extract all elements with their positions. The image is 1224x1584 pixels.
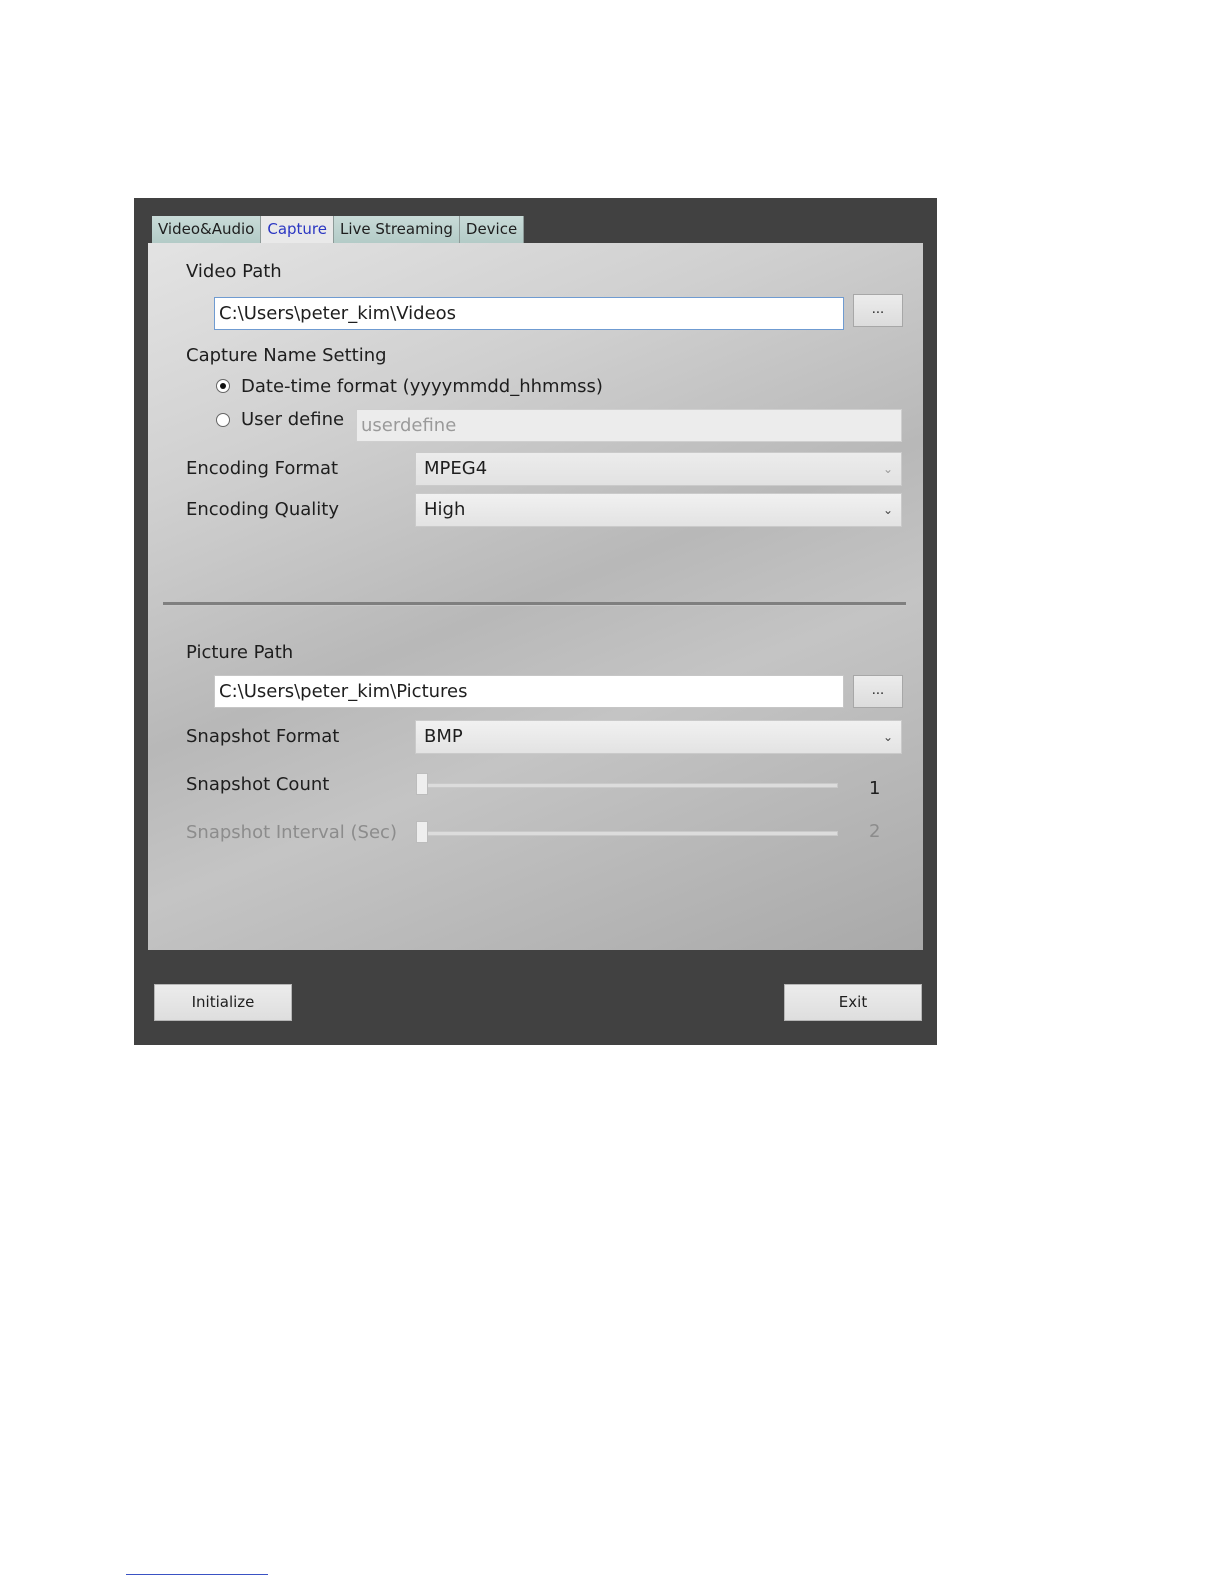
tab-device[interactable]: Device bbox=[459, 216, 525, 243]
snapshot-interval-slider-track[interactable] bbox=[418, 831, 838, 836]
picture-path-input[interactable]: C:\Users\peter_kim\Pictures bbox=[214, 675, 844, 708]
footnote-separator bbox=[126, 1574, 268, 1575]
datetime-format-label: Date-time format (yyyymmdd_hhmmss) bbox=[241, 376, 603, 397]
tab-capture[interactable]: Capture bbox=[261, 216, 335, 243]
video-path-browse-button[interactable]: ... bbox=[853, 294, 903, 327]
tab-live-streaming[interactable]: Live Streaming bbox=[334, 216, 460, 243]
chevron-down-icon: ⌄ bbox=[882, 503, 893, 517]
video-path-input[interactable]: C:\Users\peter_kim\Videos bbox=[214, 297, 844, 330]
snapshot-interval-value: 2 bbox=[869, 821, 881, 842]
snapshot-count-slider-track[interactable] bbox=[418, 783, 838, 788]
encoding-format-value: MPEG4 bbox=[424, 458, 488, 479]
tab-bar: Video&Audio Capture Live Streaming Devic… bbox=[152, 216, 525, 243]
encoding-quality-value: High bbox=[424, 499, 466, 520]
chevron-down-icon: ⌄ bbox=[882, 730, 893, 744]
exit-button[interactable]: Exit bbox=[784, 984, 922, 1021]
picture-path-label: Picture Path bbox=[186, 642, 294, 663]
settings-window: Video&Audio Capture Live Streaming Devic… bbox=[134, 198, 937, 1045]
section-divider bbox=[163, 602, 906, 606]
snapshot-count-slider-thumb[interactable] bbox=[416, 773, 428, 795]
user-define-radio[interactable] bbox=[216, 413, 230, 427]
picture-path-browse-button[interactable]: ... bbox=[853, 675, 903, 708]
datetime-format-radio[interactable] bbox=[216, 379, 230, 393]
video-path-label: Video Path bbox=[186, 261, 282, 282]
tab-video-audio[interactable]: Video&Audio bbox=[152, 216, 262, 243]
encoding-format-select[interactable]: MPEG4 ⌄ bbox=[415, 452, 902, 486]
encoding-quality-label: Encoding Quality bbox=[186, 499, 339, 520]
snapshot-count-label: Snapshot Count bbox=[186, 774, 330, 795]
encoding-format-label: Encoding Format bbox=[186, 458, 339, 479]
encoding-quality-select[interactable]: High ⌄ bbox=[415, 493, 902, 527]
snapshot-format-select[interactable]: BMP ⌄ bbox=[415, 720, 902, 754]
snapshot-format-label: Snapshot Format bbox=[186, 726, 340, 747]
radio-selected-dot bbox=[220, 383, 226, 389]
capture-panel: Video Path C:\Users\peter_kim\Videos ...… bbox=[148, 243, 923, 950]
snapshot-interval-slider-thumb[interactable] bbox=[416, 821, 428, 843]
snapshot-count-value: 1 bbox=[869, 778, 881, 799]
initialize-button[interactable]: Initialize bbox=[154, 984, 292, 1021]
chevron-down-icon: ⌄ bbox=[882, 462, 893, 476]
capture-name-setting-label: Capture Name Setting bbox=[186, 345, 387, 366]
user-define-input[interactable]: userdefine bbox=[356, 409, 902, 442]
snapshot-format-value: BMP bbox=[424, 726, 463, 747]
user-define-label: User define bbox=[241, 409, 345, 430]
snapshot-interval-label: Snapshot Interval (Sec) bbox=[186, 822, 397, 843]
